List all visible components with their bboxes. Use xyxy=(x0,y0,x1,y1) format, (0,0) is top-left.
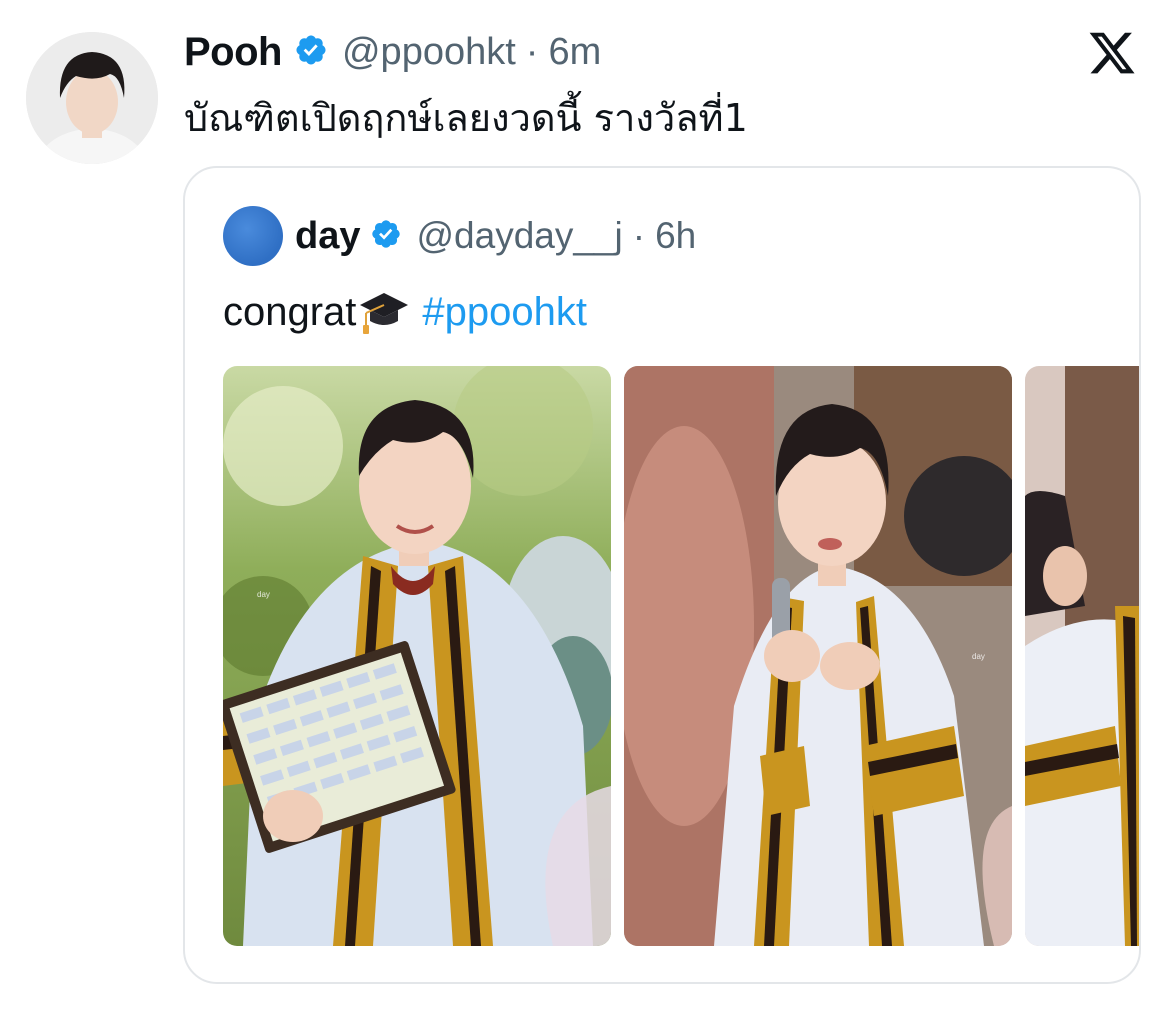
author-display-name[interactable]: Pooh xyxy=(184,30,282,75)
author-handle[interactable]: @ppoohkt xyxy=(342,31,516,74)
tweet-header: Pooh @ppoohkt · 6m xyxy=(184,26,601,78)
photo-watermark: day xyxy=(972,652,985,661)
quoted-tweet-text: congrat #ppoohkt xyxy=(223,284,587,350)
avatar[interactable] xyxy=(26,32,158,164)
photo-watermark: day xyxy=(257,590,270,599)
photo-graduate-holding-lottery-board xyxy=(223,366,611,946)
media-photo-3[interactable] xyxy=(1025,366,1139,946)
quoted-author-display-name[interactable]: day xyxy=(295,215,360,258)
avatar-photo xyxy=(26,32,158,164)
media-photo-1[interactable]: day xyxy=(223,366,611,946)
x-logo-icon[interactable] xyxy=(1086,28,1138,78)
verified-badge-icon xyxy=(294,33,328,72)
quoted-timestamp[interactable]: 6h xyxy=(655,215,696,257)
quoted-author-handle[interactable]: @dayday__j xyxy=(416,215,622,257)
separator-dot: · xyxy=(632,215,646,256)
verified-badge-icon xyxy=(370,218,402,255)
media-gallery: day day xyxy=(223,366,1139,946)
tweet-text: บัณฑิตเปิดฤกษ์เลยงวดนี้ รางวัลที่1 xyxy=(184,96,748,140)
quoted-tweet-header: day @dayday__j · 6h xyxy=(223,204,696,268)
photo-graduate-holding-diploma-tube xyxy=(624,366,1012,946)
timestamp[interactable]: 6m xyxy=(548,31,601,74)
quoted-tweet-card[interactable]: day @dayday__j · 6h congrat #ppoohkt day… xyxy=(183,166,1141,984)
photo-graduate-side xyxy=(1025,366,1139,946)
media-photo-2[interactable]: day xyxy=(624,366,1012,946)
quoted-author-avatar[interactable] xyxy=(223,206,283,266)
separator-dot: · xyxy=(525,30,539,73)
hashtag-link[interactable]: #ppoohkt xyxy=(422,290,587,334)
graduation-cap-icon xyxy=(358,291,410,350)
quoted-text-body: congrat xyxy=(223,290,357,334)
